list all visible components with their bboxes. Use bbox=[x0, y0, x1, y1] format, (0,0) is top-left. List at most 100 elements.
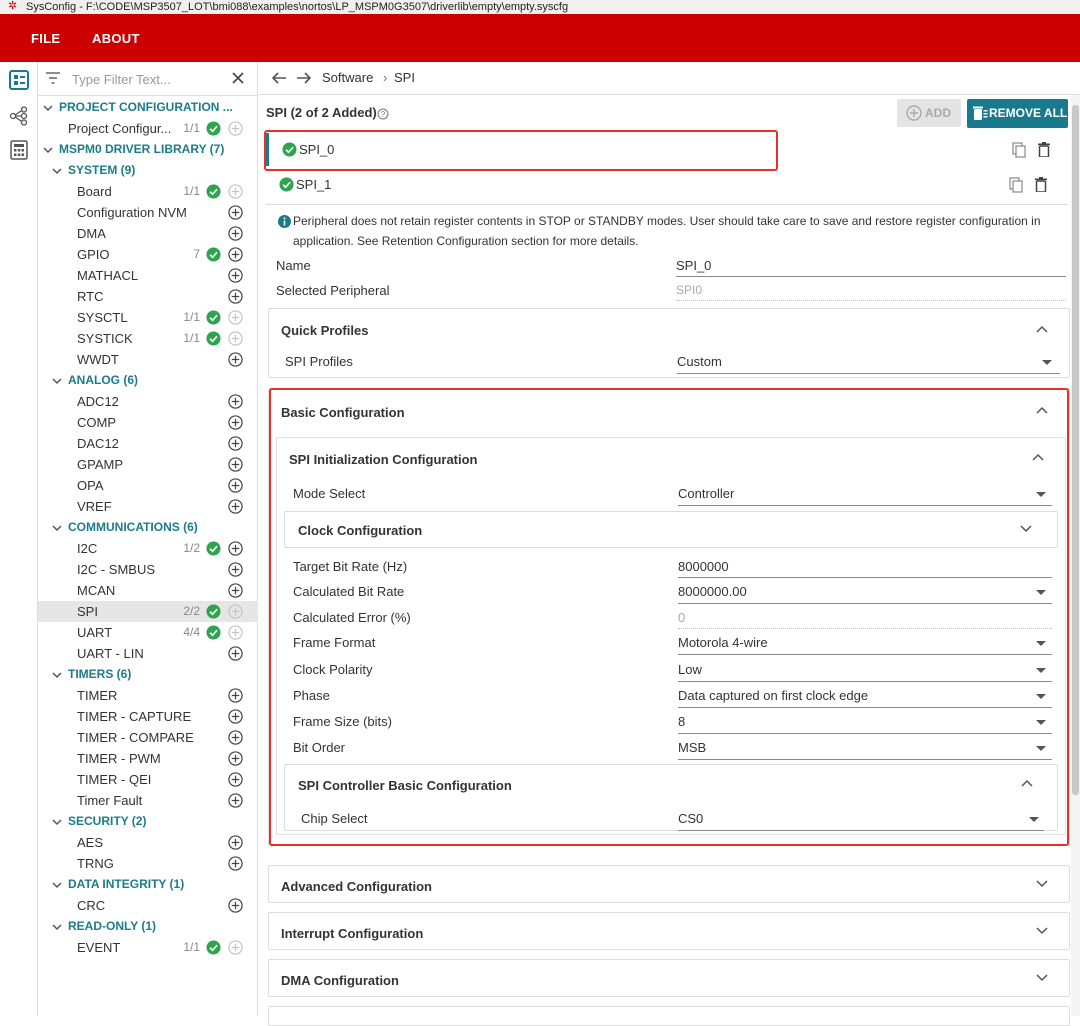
tree-category-read-only-1[interactable]: READ-ONLY (1) bbox=[38, 916, 258, 937]
target-bit-rate-input[interactable]: 8000000 bbox=[678, 559, 729, 574]
section-clock-configuration[interactable]: Clock Configuration bbox=[284, 511, 1058, 548]
frame-size-select[interactable]: 8 bbox=[678, 714, 685, 729]
add-circle-icon[interactable] bbox=[228, 205, 243, 220]
spi-profiles-select[interactable]: Custom bbox=[677, 354, 722, 369]
tree-item-dac12[interactable]: DAC12 bbox=[38, 433, 258, 454]
caret-down-icon[interactable] bbox=[43, 145, 53, 155]
chip-select-select[interactable]: CS0 bbox=[678, 811, 703, 826]
tree-item-mcan[interactable]: MCAN bbox=[38, 580, 258, 601]
caret-down-icon[interactable] bbox=[52, 166, 62, 176]
menu-about[interactable]: ABOUT bbox=[92, 31, 140, 46]
tree-category-project-configuration[interactable]: PROJECT CONFIGURATION ... bbox=[38, 97, 258, 118]
tree-category-timers-6[interactable]: TIMERS (6) bbox=[38, 664, 258, 685]
chevron-up-icon[interactable] bbox=[1021, 779, 1033, 787]
tree-category-data-integrity-1[interactable]: DATA INTEGRITY (1) bbox=[38, 874, 258, 895]
tree-item-trng[interactable]: TRNG bbox=[38, 853, 258, 874]
instance-spi-1[interactable]: SPI_1 bbox=[266, 168, 1068, 201]
chevron-down-icon[interactable] bbox=[1036, 974, 1048, 982]
scrollbar-thumb[interactable] bbox=[1072, 105, 1079, 795]
remove-all-button[interactable]: REMOVE ALL bbox=[967, 99, 1068, 128]
add-circle-icon[interactable] bbox=[228, 289, 243, 304]
tree-item-crc[interactable]: CRC bbox=[38, 895, 258, 916]
section-advanced-configuration[interactable]: Advanced Configuration bbox=[268, 865, 1070, 903]
add-circle-icon[interactable] bbox=[228, 583, 243, 598]
tree-item-uart-lin[interactable]: UART - LIN bbox=[38, 643, 258, 664]
add-circle-icon[interactable] bbox=[228, 709, 243, 724]
add-button[interactable]: ADD bbox=[897, 99, 961, 127]
add-circle-icon[interactable] bbox=[228, 226, 243, 241]
add-circle-icon[interactable] bbox=[228, 562, 243, 577]
add-circle-icon[interactable] bbox=[228, 436, 243, 451]
chevron-down-icon[interactable] bbox=[1020, 525, 1032, 533]
section-interrupt-configuration[interactable]: Interrupt Configuration bbox=[268, 912, 1070, 950]
caret-down-icon[interactable] bbox=[52, 523, 62, 533]
add-circle-icon[interactable] bbox=[228, 352, 243, 367]
add-circle-icon[interactable] bbox=[228, 688, 243, 703]
add-circle-icon[interactable] bbox=[228, 730, 243, 745]
dropdown-arrow-icon[interactable] bbox=[1029, 817, 1039, 822]
dropdown-arrow-icon[interactable] bbox=[1042, 360, 1052, 365]
add-circle-icon[interactable] bbox=[228, 898, 243, 913]
calculator-view-icon[interactable] bbox=[9, 140, 29, 160]
tree-item-board[interactable]: Board 1/1 bbox=[38, 181, 258, 202]
name-input[interactable]: SPI_0 bbox=[676, 258, 711, 273]
clear-filter-icon[interactable] bbox=[231, 71, 245, 85]
add-circle-icon[interactable] bbox=[228, 541, 243, 556]
dropdown-arrow-icon[interactable] bbox=[1036, 720, 1046, 725]
add-circle-icon[interactable] bbox=[228, 478, 243, 493]
tree-item-comp[interactable]: COMP bbox=[38, 412, 258, 433]
filter-input[interactable] bbox=[72, 70, 222, 88]
chevron-up-icon[interactable] bbox=[1036, 406, 1048, 414]
editor-scrollbar[interactable] bbox=[1071, 95, 1080, 1016]
add-circle-icon[interactable] bbox=[228, 457, 243, 472]
tree-category-communications-6[interactable]: COMMUNICATIONS (6) bbox=[38, 517, 258, 538]
dropdown-arrow-icon[interactable] bbox=[1036, 694, 1046, 699]
tree-item-sysctl[interactable]: SYSCTL 1/1 bbox=[38, 307, 258, 328]
tree-item-configuration-nvm[interactable]: Configuration NVM bbox=[38, 202, 258, 223]
tree-item-timer-capture[interactable]: TIMER - CAPTURE bbox=[38, 706, 258, 727]
tree-item-mathacl[interactable]: MATHACL bbox=[38, 265, 258, 286]
add-circle-icon[interactable] bbox=[228, 751, 243, 766]
dropdown-arrow-icon[interactable] bbox=[1036, 492, 1046, 497]
caret-down-icon[interactable] bbox=[52, 922, 62, 932]
copy-icon[interactable] bbox=[1009, 177, 1023, 193]
tree-item-i2c[interactable]: I2C 1/2 bbox=[38, 538, 258, 559]
config-view-icon[interactable] bbox=[9, 70, 29, 90]
caret-down-icon[interactable] bbox=[52, 817, 62, 827]
add-circle-icon[interactable] bbox=[228, 499, 243, 514]
add-circle-icon[interactable] bbox=[228, 772, 243, 787]
help-icon[interactable]: ? bbox=[377, 108, 389, 120]
chevron-down-icon[interactable] bbox=[1036, 880, 1048, 888]
section-dma-configuration[interactable]: DMA Configuration bbox=[268, 959, 1070, 997]
tree-item-project-configur[interactable]: Project Configur... 1/1 bbox=[38, 118, 258, 139]
frame-format-select[interactable]: Motorola 4-wire bbox=[678, 635, 768, 650]
chevron-down-icon[interactable] bbox=[1036, 927, 1048, 935]
tree-item-uart[interactable]: UART 4/4 bbox=[38, 622, 258, 643]
tree-item-gpio[interactable]: GPIO 7 bbox=[38, 244, 258, 265]
tree-category-analog-6[interactable]: ANALOG (6) bbox=[38, 370, 258, 391]
breadcrumb-software[interactable]: Software bbox=[322, 70, 373, 85]
dropdown-arrow-icon[interactable] bbox=[1036, 746, 1046, 751]
phase-select[interactable]: Data captured on first clock edge bbox=[678, 688, 868, 703]
add-circle-icon[interactable] bbox=[228, 415, 243, 430]
topology-view-icon[interactable] bbox=[9, 106, 29, 126]
tree-item-rtc[interactable]: RTC bbox=[38, 286, 258, 307]
instance-spi-0[interactable]: SPI_0 bbox=[266, 133, 1068, 166]
dropdown-arrow-icon[interactable] bbox=[1036, 590, 1046, 595]
tree-category-system-9[interactable]: SYSTEM (9) bbox=[38, 160, 258, 181]
caret-down-icon[interactable] bbox=[52, 880, 62, 890]
tree-item-wwdt[interactable]: WWDT bbox=[38, 349, 258, 370]
delete-icon[interactable] bbox=[1038, 142, 1050, 157]
forward-arrow-icon[interactable] bbox=[296, 71, 312, 85]
add-circle-icon[interactable] bbox=[228, 793, 243, 808]
add-circle-icon[interactable] bbox=[228, 247, 243, 262]
tree-category-mspm0-driver-library-7[interactable]: MSPM0 DRIVER LIBRARY (7) bbox=[38, 139, 258, 160]
add-circle-icon[interactable] bbox=[228, 856, 243, 871]
delete-icon[interactable] bbox=[1035, 177, 1047, 192]
tree-item-timer-qei[interactable]: TIMER - QEI bbox=[38, 769, 258, 790]
add-circle-icon[interactable] bbox=[228, 268, 243, 283]
dropdown-arrow-icon[interactable] bbox=[1036, 641, 1046, 646]
tree-item-timer-pwm[interactable]: TIMER - PWM bbox=[38, 748, 258, 769]
add-circle-icon[interactable] bbox=[228, 394, 243, 409]
tree-item-event[interactable]: EVENT 1/1 bbox=[38, 937, 258, 958]
